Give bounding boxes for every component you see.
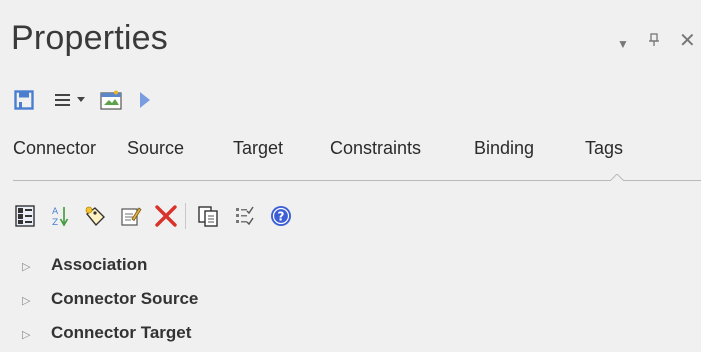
toolbar-separator (185, 203, 186, 229)
delete-icon[interactable] (153, 203, 179, 229)
tab-binding[interactable]: Binding (474, 138, 534, 159)
tree-item-label: Connector Target (51, 323, 192, 342)
main-toolbar (12, 86, 154, 114)
tags-toolbar: A Z ? (13, 201, 294, 231)
tab-target[interactable]: Target (233, 138, 283, 159)
panel-options-dropdown-icon[interactable]: ▼ (617, 38, 629, 50)
close-icon[interactable]: ✕ (679, 31, 696, 51)
tree-item-connector-source[interactable]: ▷ Connector Source (0, 282, 701, 316)
tag-tree: ▷ Association ▷ Connector Source ▷ Conne… (0, 248, 701, 350)
tree-item-association[interactable]: ▷ Association (0, 248, 701, 282)
svg-text:?: ? (278, 210, 285, 224)
active-tab-indicator (607, 171, 627, 181)
pin-icon[interactable] (648, 33, 660, 50)
panel-header: Properties ▼ ✕ (0, 0, 701, 82)
expand-arrow-icon[interactable]: ▷ (22, 328, 30, 341)
tab-strip-divider (13, 180, 701, 181)
help-icon[interactable]: ? (268, 203, 294, 229)
tab-connector[interactable]: Connector (13, 138, 96, 159)
checklist-icon[interactable] (232, 203, 256, 229)
tab-source[interactable]: Source (127, 138, 184, 159)
tree-item-label: Association (51, 255, 148, 274)
expand-arrow-icon[interactable]: ▷ (22, 260, 30, 273)
property-tabs: Connector Source Target Constraints Bind… (0, 131, 701, 181)
categorized-view-icon[interactable] (13, 203, 37, 229)
play-icon[interactable] (136, 88, 154, 112)
svg-text:Z: Z (52, 218, 58, 228)
chevron-down-icon[interactable] (76, 88, 86, 112)
save-icon[interactable] (12, 88, 36, 112)
panel-title: Properties (11, 19, 168, 57)
tab-tags[interactable]: Tags (585, 138, 623, 159)
tree-item-connector-target[interactable]: ▷ Connector Target (0, 316, 701, 350)
tree-item-label: Connector Source (51, 289, 199, 308)
properties-window-icon[interactable] (98, 88, 124, 112)
copy-icon[interactable] (196, 203, 220, 229)
edit-note-icon[interactable] (119, 203, 143, 229)
menu-icon[interactable] (52, 88, 74, 112)
expand-arrow-icon[interactable]: ▷ (22, 294, 30, 307)
tab-constraints[interactable]: Constraints (330, 138, 421, 159)
sort-alpha-icon[interactable]: A Z (49, 203, 71, 229)
svg-text:A: A (52, 207, 59, 217)
new-tag-icon[interactable] (83, 203, 107, 229)
